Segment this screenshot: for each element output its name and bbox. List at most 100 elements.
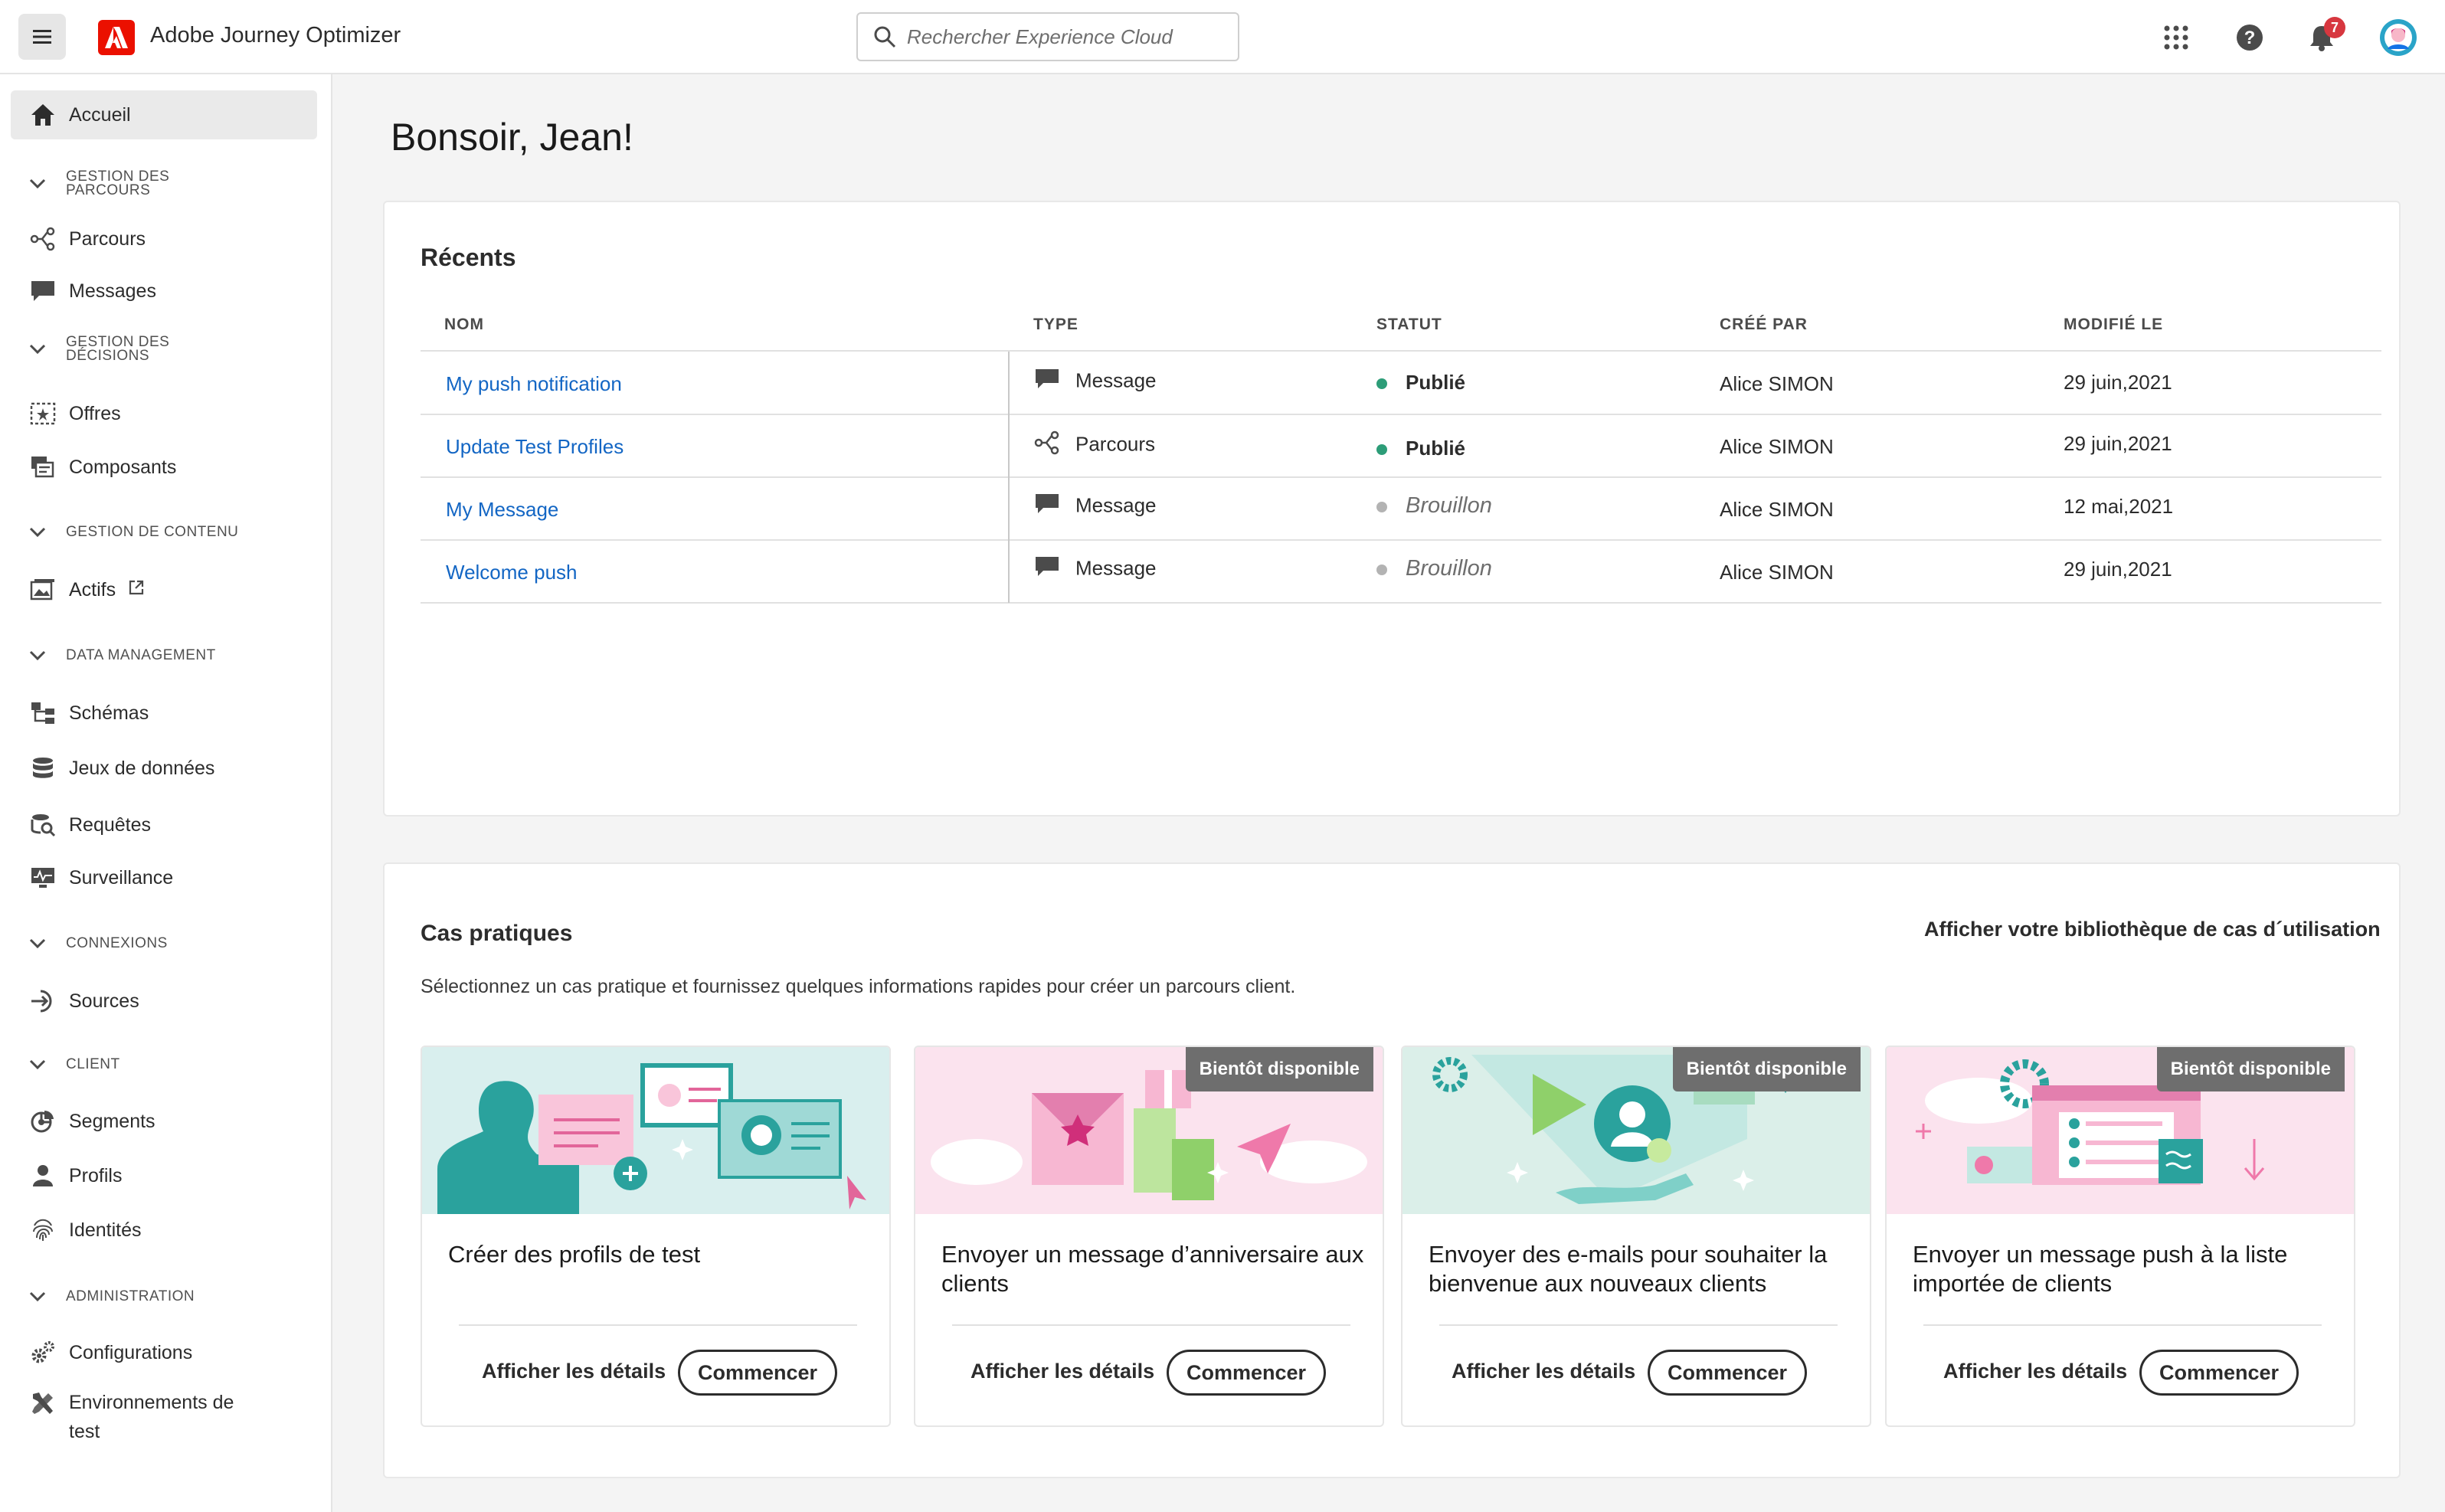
column-header-modified[interactable]: MODIFIÉ LE [2064, 316, 2163, 334]
sidebar-item-sources[interactable]: Sources [11, 977, 317, 1026]
section-gestion-parcours[interactable]: GESTION DES PARCOURS [29, 169, 188, 198]
profile-icon [28, 1160, 58, 1191]
recents-title: Récents [421, 244, 516, 271]
status-label: Publié [1406, 437, 1466, 460]
sidebar-item-label: Environnements de test [69, 1392, 234, 1442]
sidebar-item-label: Offres [69, 402, 121, 424]
sidebar-item-profils[interactable]: Profils [11, 1151, 317, 1200]
section-data-management[interactable]: DATA MANAGEMENT [29, 647, 216, 663]
help-icon[interactable]: ? [2231, 18, 2269, 57]
start-button[interactable]: Commencer [2139, 1350, 2299, 1396]
notification-count-badge: 7 [2324, 17, 2345, 38]
status-label: Brouillon [1406, 556, 1492, 581]
status-label: Brouillon [1406, 493, 1492, 518]
table-row-modified: 12 mai,2021 [2064, 495, 2174, 518]
status-published-dot [1376, 444, 1387, 456]
usecase-card[interactable]: Bientôt disponible Envoyer des e-mails p… [1401, 1046, 1871, 1427]
section-title: DATA MANAGEMENT [66, 647, 216, 663]
start-button[interactable]: Commencer [1167, 1350, 1326, 1396]
section-client[interactable]: CLIENT [29, 1056, 120, 1072]
view-details-link[interactable]: Afficher les détails [970, 1360, 1154, 1383]
table-row-type: Parcours [1034, 430, 1155, 460]
sidebar-item-environnements-de-test[interactable]: Environnements de test [11, 1379, 317, 1443]
monitoring-icon [28, 862, 58, 893]
menu-icon[interactable] [18, 14, 66, 60]
sidebar-item-label: Messages [69, 280, 156, 302]
table-row-name-link[interactable]: Update Test Profiles [446, 435, 624, 459]
usecases-library-link[interactable]: Afficher votre bibliothèque de cas d´uti… [1924, 918, 2381, 941]
start-button[interactable]: Commencer [1648, 1350, 1807, 1396]
column-header-type[interactable]: TYPE [1033, 316, 1078, 334]
svg-text:?: ? [2244, 28, 2256, 48]
page-title: Bonsoir, Jean! [391, 116, 633, 159]
chevron-down-icon [29, 650, 52, 661]
home-icon [28, 100, 58, 130]
sidebar-item-messages[interactable]: Messages [11, 267, 317, 316]
type-label: Message [1075, 493, 1157, 517]
sidebar-item-offres[interactable]: Offres [11, 389, 317, 438]
search-input[interactable]: Rechercher Experience Cloud [856, 12, 1239, 61]
table-divider [421, 602, 2381, 604]
journey-icon [1034, 430, 1060, 460]
external-link-icon [128, 579, 145, 601]
sidebar-item-label: Requêtes [69, 813, 152, 836]
app-name: Adobe Journey Optimizer [150, 23, 401, 47]
sidebar-item-surveillance[interactable]: Surveillance [11, 853, 317, 902]
view-details-link[interactable]: Afficher les détails [1943, 1360, 2127, 1383]
column-header-status[interactable]: STATUT [1376, 316, 1442, 334]
segments-icon [28, 1106, 58, 1137]
start-button[interactable]: Commencer [678, 1350, 837, 1396]
sidebar-item-configurations[interactable]: Configurations [11, 1328, 317, 1377]
adobe-logo-icon[interactable] [98, 20, 135, 55]
usecases-title: Cas pratiques [421, 921, 573, 946]
section-connexions[interactable]: CONNEXIONS [29, 936, 168, 951]
sidebar-item-accueil[interactable]: Accueil [11, 90, 317, 139]
column-header-created-by[interactable]: CRÉÉ PAR [1720, 316, 1808, 334]
section-gestion-contenu[interactable]: GESTION DE CONTENU [29, 525, 238, 539]
divider [459, 1324, 857, 1326]
sidebar-item-jeux-de-donnees[interactable]: Jeux de données [11, 744, 317, 793]
divider [952, 1324, 1350, 1326]
type-label: Parcours [1075, 432, 1156, 456]
sidebar-item-parcours[interactable]: Parcours [11, 214, 317, 263]
sidebar-item-schemas[interactable]: Schémas [11, 689, 317, 738]
sidebar-item-requetes[interactable]: Requêtes [11, 800, 317, 849]
sandbox-tools-icon [28, 1388, 58, 1419]
section-gestion-decisions[interactable]: GESTION DES DÉCISIONS [29, 335, 188, 363]
table-row-name-link[interactable]: Welcome push [446, 561, 578, 584]
sidebar-item-actifs[interactable]: Actifs [11, 565, 317, 614]
sidebar-item-segments[interactable]: Segments [11, 1097, 317, 1146]
sources-icon [28, 986, 58, 1016]
view-details-link[interactable]: Afficher les détails [1452, 1360, 1635, 1383]
section-administration[interactable]: ADMINISTRATION [29, 1289, 195, 1304]
sidebar-item-composants[interactable]: Composants [11, 443, 317, 492]
sidebar-item-label: Sources [69, 990, 139, 1012]
status-draft-dot [1376, 502, 1387, 513]
usecase-card[interactable]: Bientôt disponible Envoyer un message d’… [914, 1046, 1384, 1427]
usecase-title: Envoyer des e-mails pour souhaiter la bi… [1429, 1241, 1828, 1297]
column-header-name[interactable]: NOM [444, 316, 484, 334]
table-row-name-link[interactable]: My push notification [446, 372, 622, 396]
view-details-link[interactable]: Afficher les détails [482, 1360, 666, 1383]
sidebar-item-label: Accueil [69, 103, 131, 126]
usecase-card[interactable]: Bientôt disponible Envoyer un message pu… [1885, 1046, 2355, 1427]
user-avatar[interactable] [2378, 17, 2419, 58]
type-label: Message [1075, 556, 1157, 580]
usecase-illustration-profiles [422, 1047, 889, 1214]
usecase-illustration-birthday: Bientôt disponible [915, 1047, 1383, 1214]
table-row-created-by: Alice SIMON [1720, 561, 1834, 584]
chevron-down-icon [29, 1291, 52, 1302]
sidebar-item-label: Segments [69, 1110, 155, 1132]
table-divider [421, 539, 2381, 541]
sidebar-item-label: Composants [69, 456, 177, 478]
section-title: CLIENT [66, 1056, 120, 1072]
apps-grid-icon[interactable] [2157, 18, 2195, 57]
table-row-name-link[interactable]: My Message [446, 498, 558, 522]
sidebar-item-identites[interactable]: Identités [11, 1206, 317, 1255]
table-row-status: Publié [1376, 437, 1465, 460]
coming-soon-badge: Bientôt disponible [1672, 1047, 1861, 1091]
usecase-card[interactable]: Créer des profils de test Afficher les d… [421, 1046, 891, 1427]
usecase-title: Envoyer un message push à la liste impor… [1913, 1241, 2288, 1297]
gears-icon [28, 1337, 58, 1368]
message-icon [1034, 493, 1060, 521]
